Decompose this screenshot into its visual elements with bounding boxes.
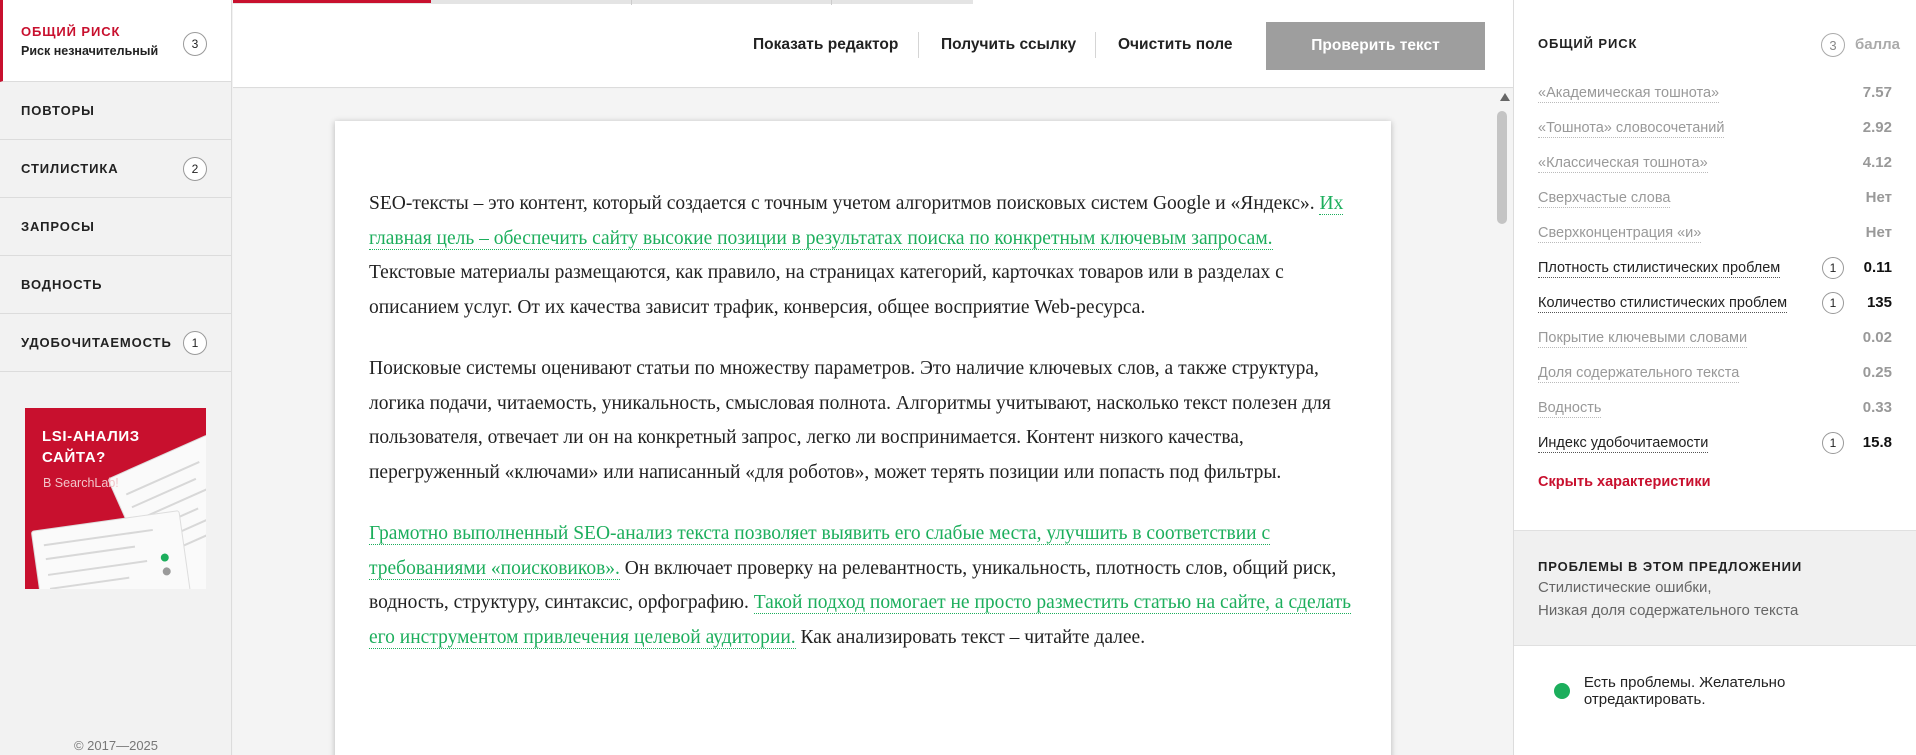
metric-label: Плотность стилистических проблем — [1538, 260, 1781, 278]
metrics-panel: ОБЩИЙ РИСК 3 балла «Академическая тошнот… — [1513, 0, 1916, 755]
sidebar-item-stylistics[interactable]: СТИЛИСТИКА 2 — [0, 140, 231, 198]
metric-row[interactable]: Покрытие ключевыми словами 0.02 — [1538, 325, 1892, 353]
scrollbar-thumb[interactable] — [1497, 111, 1507, 224]
check-text-button[interactable]: Проверить текст — [1266, 22, 1485, 70]
sidebar-item-readability[interactable]: УДОБОЧИТАЕМОСТЬ 1 — [0, 314, 231, 372]
problem-item: Стилистические ошибки, — [1538, 579, 1712, 596]
metric-value: 0.02 — [1862, 329, 1892, 346]
metric-value: Нет — [1865, 224, 1892, 241]
metric-row[interactable]: Сверхчастые слова Нет — [1538, 185, 1892, 213]
metric-row[interactable]: Доля содержательного текста 0.25 — [1538, 360, 1892, 388]
sidebar-item-label: ВОДНОСТЬ — [21, 277, 103, 292]
paragraph: SEO-тексты – это контент, который создае… — [369, 193, 1344, 318]
paragraph: Поисковые системы оценивают статьи по мн… — [369, 358, 1331, 483]
paragraph: Грамотно выполненный SEO-анализ текста п… — [369, 523, 1351, 649]
status-text: Есть проблемы. Желательно отредактироват… — [1583, 674, 1786, 708]
toolbar: Показать редактор Получить ссылку Очисти… — [233, 0, 1513, 88]
metric-row[interactable]: Количество стилистических проблем 1 135 — [1538, 290, 1892, 318]
promo-title: LSI-АНАЛИЗ САЙТА? — [42, 428, 140, 466]
toolbar-divider — [918, 32, 919, 58]
metric-row[interactable]: «Классическая тошнота» 4.12 — [1538, 150, 1892, 178]
metric-label: Водность — [1538, 400, 1602, 418]
promo-illustration-card — [30, 510, 194, 589]
metric-label: Индекс удобочитаемости — [1538, 435, 1709, 453]
toolbar-divider — [1095, 32, 1096, 58]
metric-value: 0.11 — [1863, 259, 1892, 276]
count-badge: 1 — [183, 330, 207, 355]
status-bar: Есть проблемы. Желательно отредактироват… — [1538, 671, 1908, 711]
sidebar: ОБЩИЙ РИСК Риск незначительный 3 ПОВТОРЫ… — [0, 0, 232, 755]
sentence-problems: ПРОБЛЕМЫ В ЭТОМ ПРЕДЛОЖЕНИИ Стилистическ… — [1514, 530, 1916, 646]
get-link-button[interactable]: Получить ссылку — [941, 36, 1076, 54]
metric-value: Нет — [1865, 189, 1892, 206]
tab-divider — [831, 0, 832, 5]
metric-badge: 1 — [1822, 432, 1844, 454]
sidebar-item-total-risk[interactable]: ОБЩИЙ РИСК Риск незначительный 3 — [0, 0, 231, 82]
metric-badge: 1 — [1822, 292, 1844, 314]
metric-label: Количество стилистических проблем — [1538, 295, 1788, 313]
metric-label: Сверхчастые слова — [1538, 190, 1671, 208]
panel-title: ОБЩИЙ РИСК — [1538, 36, 1638, 51]
scroll-up-arrow-icon[interactable] — [1500, 93, 1510, 101]
metric-value: 2.92 — [1862, 119, 1892, 136]
metric-row[interactable]: «Академическая тошнота» 7.57 — [1538, 80, 1892, 108]
tab-strip — [233, 0, 973, 5]
count-badge: 2 — [183, 156, 207, 181]
metric-label: Доля содержательного текста — [1538, 365, 1740, 383]
problem-item: Низкая доля содержательного текста — [1538, 602, 1799, 619]
metric-row[interactable]: «Тошнота» словосочетаний 2.92 — [1538, 115, 1892, 143]
score-unit: балла — [1855, 36, 1901, 53]
metric-badge: 1 — [1822, 257, 1844, 279]
sidebar-item-queries[interactable]: ЗАПРОСЫ — [0, 198, 231, 256]
show-editor-button[interactable]: Показать редактор — [753, 36, 898, 54]
metric-value: 15.8 — [1862, 434, 1892, 451]
count-badge: 3 — [183, 32, 207, 56]
metric-label: Покрытие ключевыми словами — [1538, 330, 1748, 348]
metric-label: «Тошнота» словосочетаний — [1538, 120, 1725, 138]
promo-banner[interactable]: LSI-АНАЛИЗ САЙТА? В SearchLab! — [25, 408, 206, 589]
metric-row[interactable]: Сверхконцентрация «и» Нет — [1538, 220, 1892, 248]
metric-row[interactable]: Водность 0.33 — [1538, 395, 1892, 423]
hide-characteristics-link[interactable]: Скрыть характеристики — [1538, 474, 1711, 490]
metric-row[interactable]: Плотность стилистических проблем 1 0.11 — [1538, 255, 1892, 283]
tab-active-indicator[interactable] — [233, 0, 431, 3]
sidebar-item-repeats[interactable]: ПОВТОРЫ — [0, 82, 231, 140]
metric-value: 7.57 — [1862, 84, 1892, 101]
text-editor[interactable]: SEO-тексты – это контент, который создае… — [335, 121, 1391, 755]
status-dot-icon — [1554, 683, 1570, 699]
metric-value: 135 — [1866, 294, 1892, 311]
copyright: © 2017—2025 — [73, 738, 159, 753]
editor-area: SEO-тексты – это контент, который создае… — [233, 89, 1513, 755]
promo-subtitle: В SearchLab! — [43, 476, 119, 490]
metric-value: 0.25 — [1862, 364, 1892, 381]
metric-label: Сверхконцентрация «и» — [1538, 225, 1702, 243]
metric-label: «Классическая тошнота» — [1538, 155, 1708, 173]
sidebar-item-wateriness[interactable]: ВОДНОСТЬ — [0, 256, 231, 314]
metric-label: «Академическая тошнота» — [1538, 85, 1720, 103]
clear-field-button[interactable]: Очистить поле — [1118, 36, 1232, 54]
metric-row[interactable]: Индекс удобочитаемости 1 15.8 — [1538, 430, 1892, 458]
sidebar-item-label: ПОВТОРЫ — [21, 103, 95, 118]
problems-title: ПРОБЛЕМЫ В ЭТОМ ПРЕДЛОЖЕНИИ — [1538, 559, 1803, 574]
tab-divider — [631, 0, 632, 5]
metric-value: 4.12 — [1862, 154, 1892, 171]
sidebar-item-label: ЗАПРОСЫ — [21, 219, 95, 234]
score-badge: 3 — [1821, 33, 1845, 57]
metric-value: 0.33 — [1862, 399, 1892, 416]
